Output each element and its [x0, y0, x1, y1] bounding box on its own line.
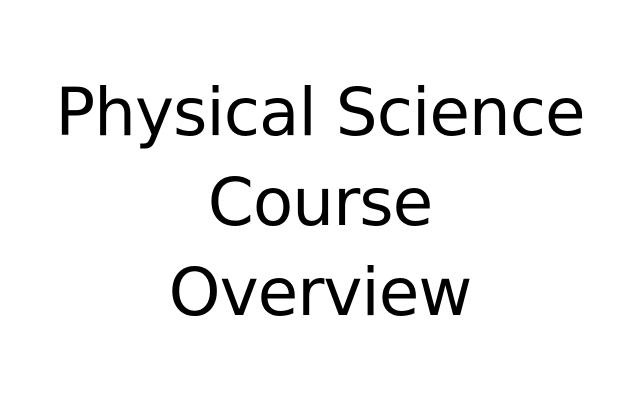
slide: Physical Science Course Overview: [0, 0, 640, 400]
slide-title: Physical Science Course Overview: [55, 68, 585, 338]
slide-title-line-3: Overview: [168, 254, 473, 331]
slide-title-line-1: Physical Science: [55, 74, 585, 151]
slide-title-line-2: Course: [207, 164, 433, 241]
